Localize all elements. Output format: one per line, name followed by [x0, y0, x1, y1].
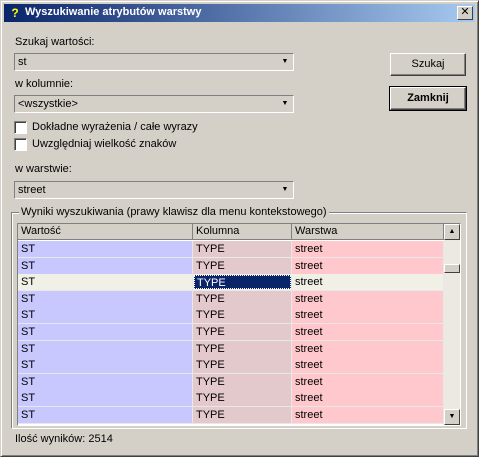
- chevron-down-icon[interactable]: ▼: [278, 183, 292, 197]
- results-grid[interactable]: Wartość Kolumna Warstwa ST TYPE street ST TY…: [17, 223, 461, 426]
- layer-label: w warstwie:: [15, 163, 72, 175]
- case-sensitive-label: Uwzględniaj wielkość znaków: [32, 138, 177, 150]
- cell-value[interactable]: ST: [18, 340, 193, 358]
- table-row[interactable]: ST TYPE street: [18, 241, 444, 258]
- table-row[interactable]: ST TYPE street: [18, 340, 444, 358]
- cell-column[interactable]: TYPE: [193, 390, 292, 408]
- cell-value[interactable]: ST: [18, 290, 193, 308]
- cell-value[interactable]: ST: [18, 241, 193, 258]
- cell-layer[interactable]: street: [292, 390, 444, 408]
- cell-column[interactable]: TYPE: [193, 407, 292, 424]
- cell-column[interactable]: TYPE: [193, 274, 292, 292]
- search-value-input[interactable]: st: [18, 56, 27, 68]
- table-row[interactable]: ST TYPE street: [18, 373, 444, 391]
- result-count: Ilość wyników: 2514: [15, 433, 113, 445]
- column-select-value: <wszystkie>: [18, 98, 78, 110]
- exact-match-label: Dokładne wyrażenia / całe wyrazy: [32, 121, 198, 133]
- search-value-label: Szukaj wartości:: [15, 36, 95, 48]
- chevron-down-icon[interactable]: ▼: [278, 97, 292, 111]
- help-icon: ?: [11, 6, 19, 20]
- table-row[interactable]: ST TYPE street: [18, 390, 444, 408]
- exact-match-checkbox[interactable]: [14, 121, 27, 134]
- layer-select-value: street: [18, 184, 46, 196]
- table-row[interactable]: ST TYPE street: [18, 407, 444, 424]
- chevron-down-icon[interactable]: ▼: [278, 55, 292, 69]
- focused-cell[interactable]: TYPE: [194, 275, 291, 290]
- cell-value[interactable]: ST: [18, 390, 193, 408]
- cell-column[interactable]: TYPE: [193, 340, 292, 358]
- cell-layer[interactable]: street: [292, 373, 444, 391]
- cell-column[interactable]: TYPE: [193, 307, 292, 325]
- table-row[interactable]: ST TYPE street: [18, 307, 444, 325]
- cell-layer[interactable]: street: [292, 274, 444, 292]
- cell-column[interactable]: TYPE: [193, 241, 292, 258]
- case-sensitive-checkbox[interactable]: [14, 138, 27, 151]
- cell-column[interactable]: TYPE: [193, 257, 292, 275]
- cell-value[interactable]: ST: [18, 274, 193, 292]
- cell-layer[interactable]: street: [292, 290, 444, 308]
- grid-header: Wartość Kolumna Warstwa: [18, 224, 444, 240]
- column-header-column[interactable]: Kolumna: [193, 224, 292, 240]
- cell-value[interactable]: ST: [18, 307, 193, 325]
- search-button[interactable]: Szukaj: [390, 53, 466, 76]
- table-row[interactable]: ST TYPE street: [18, 274, 444, 292]
- close-icon[interactable]: ✕: [457, 6, 473, 20]
- layer-select[interactable]: street ▼: [14, 181, 294, 199]
- cell-column[interactable]: TYPE: [193, 324, 292, 341]
- column-label: w kolumnie:: [15, 78, 74, 90]
- window-title: Wyszukiwanie atrybutów warstwy: [25, 6, 202, 18]
- cell-layer[interactable]: street: [292, 324, 444, 341]
- column-header-value[interactable]: Wartość: [18, 224, 193, 240]
- cell-layer[interactable]: street: [292, 357, 444, 375]
- cell-value[interactable]: ST: [18, 407, 193, 424]
- close-button[interactable]: Zamknij: [389, 86, 467, 111]
- scroll-down-icon[interactable]: ▼: [444, 409, 460, 425]
- scroll-thumb[interactable]: [444, 264, 460, 273]
- cell-column[interactable]: TYPE: [193, 290, 292, 308]
- cell-value[interactable]: ST: [18, 257, 193, 275]
- cell-column[interactable]: TYPE: [193, 373, 292, 391]
- column-header-layer[interactable]: Warstwa: [292, 224, 444, 240]
- cell-value[interactable]: ST: [18, 357, 193, 375]
- cell-layer[interactable]: street: [292, 307, 444, 325]
- search-value-combobox[interactable]: st ▼: [14, 53, 294, 71]
- results-group-title: Wyniki wyszukiwania (prawy klawisz dla m…: [19, 206, 329, 218]
- cell-value[interactable]: ST: [18, 324, 193, 341]
- title-bar[interactable]: ? Wyszukiwanie atrybutów warstwy ✕: [4, 4, 475, 22]
- table-row[interactable]: ST TYPE street: [18, 324, 444, 341]
- table-row[interactable]: ST TYPE street: [18, 257, 444, 275]
- cell-layer[interactable]: street: [292, 241, 444, 258]
- vertical-scrollbar[interactable]: ▲ ▼: [444, 224, 460, 425]
- table-row[interactable]: ST TYPE street: [18, 357, 444, 375]
- cell-layer[interactable]: street: [292, 340, 444, 358]
- cell-column[interactable]: TYPE: [193, 357, 292, 375]
- cell-value[interactable]: ST: [18, 373, 193, 391]
- cell-layer[interactable]: street: [292, 257, 444, 275]
- column-select[interactable]: <wszystkie> ▼: [14, 95, 294, 113]
- scroll-up-icon[interactable]: ▲: [444, 224, 460, 240]
- table-row[interactable]: ST TYPE street: [18, 290, 444, 308]
- cell-layer[interactable]: street: [292, 407, 444, 424]
